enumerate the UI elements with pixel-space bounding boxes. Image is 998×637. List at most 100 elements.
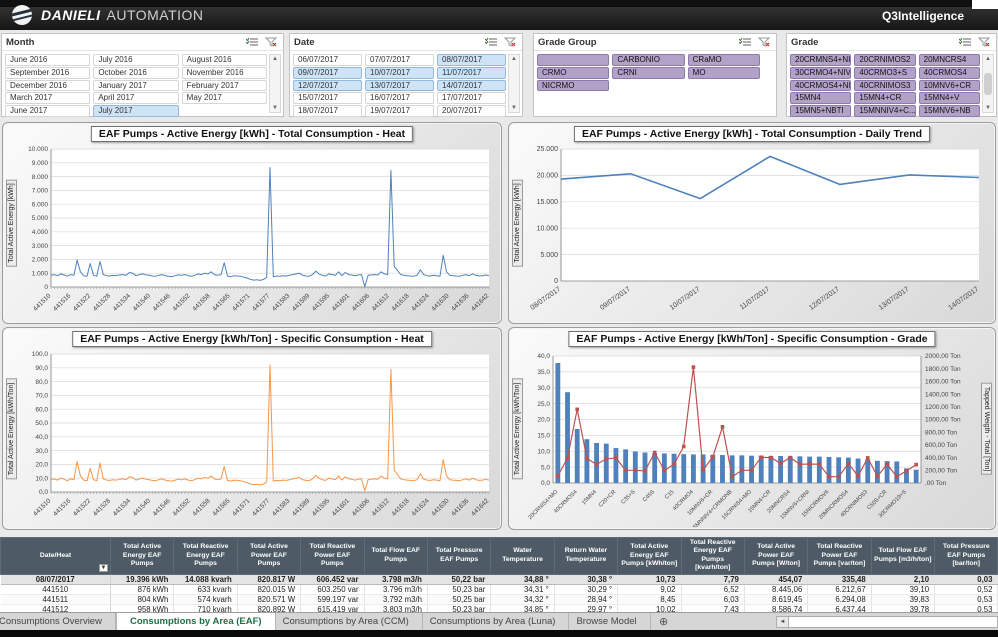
filter-item[interactable]: CRMO	[537, 67, 609, 79]
filter-item[interactable]: July 2016	[93, 54, 178, 66]
sheet-tab[interactable]: Consumptions Overview	[0, 613, 116, 630]
vertical-scrollbar[interactable]: ▲▼	[982, 54, 994, 113]
filter-item[interactable]: 40CRMOS4	[919, 67, 980, 79]
svg-text:13/07/2017: 13/07/2017	[878, 286, 911, 312]
filter-item[interactable]: 10/07/2017	[365, 67, 434, 79]
column-filter-icon[interactable]: ▼	[99, 564, 108, 572]
filter-item[interactable]: 10MNV6+CR	[919, 80, 980, 92]
scroll-down-icon[interactable]: ▼	[985, 104, 991, 112]
filter-item[interactable]: 40CRMO3+S	[854, 67, 915, 79]
filter-item[interactable]: 20MNCRS4	[919, 54, 980, 66]
filter-item[interactable]: March 2017	[5, 92, 90, 104]
filter-item[interactable]: December 2016	[5, 80, 90, 92]
scrollbar-track[interactable]	[789, 616, 998, 628]
chart-heat-specific[interactable]: 100,090,080,070,060,050,040,030,020,010,…	[17, 348, 499, 527]
filter-item[interactable]: 12/07/2017	[293, 80, 362, 92]
vertical-scrollbar[interactable]: ▲▼	[269, 54, 281, 113]
filter-item[interactable]: 09/07/2017	[293, 67, 362, 79]
scroll-left-arrow-icon[interactable]: ◄	[776, 616, 789, 628]
filter-item[interactable]: 19/07/2017	[365, 105, 434, 117]
horizontal-scrollbar[interactable]: ◄	[776, 616, 998, 628]
vertical-scrollbar[interactable]: ▲▼	[508, 54, 520, 113]
sheet-tab[interactable]: Browse Model	[563, 613, 650, 630]
column-header[interactable]: Total Active Energy EAF Pumps	[111, 538, 174, 575]
column-header[interactable]: Total Flow EAF Pumps [m3/h/ton]	[871, 538, 934, 575]
filter-item[interactable]: 07/07/2017	[365, 54, 434, 66]
column-header[interactable]: Return Water Temperature	[554, 538, 617, 575]
filter-item[interactable]: 11/07/2017	[437, 67, 506, 79]
filter-item[interactable]	[537, 54, 609, 66]
filter-item[interactable]: 13/07/2017	[365, 80, 434, 92]
filter-item[interactable]: NICRMO	[537, 80, 609, 92]
filter-item[interactable]: May 2017	[182, 92, 267, 104]
filter-item[interactable]: 15MN5+NBTI	[790, 105, 851, 117]
scroll-up-icon[interactable]: ▲	[985, 55, 991, 63]
filter-item[interactable]: January 2017	[93, 80, 178, 92]
column-header[interactable]: Total Reactive Power EAF Pumps [var/ton]	[808, 538, 871, 575]
scroll-down-icon[interactable]: ▼	[511, 104, 517, 112]
column-header[interactable]: Date/Heat▼	[1, 538, 111, 575]
sheet-tab[interactable]: Consumptions by Area (CCM)	[270, 613, 423, 630]
clear-filter-icon[interactable]	[756, 36, 772, 48]
filter-item[interactable]: 40CRMOS4+NI	[790, 80, 851, 92]
column-header[interactable]: Total Pressure EAF Pumps [bar/ton]	[935, 538, 998, 575]
sheet-tab[interactable]: Consumptions by Area (Luna)	[417, 613, 570, 630]
filter-item[interactable]: November 2016	[182, 67, 267, 79]
filter-item[interactable]: June 2017	[5, 105, 90, 117]
scrollbar-thumb[interactable]	[984, 73, 992, 95]
filter-item[interactable]: July 2017	[93, 105, 178, 117]
column-header[interactable]: Total Flow EAF Pumps	[364, 538, 427, 575]
chart-daily-trend[interactable]: 25.00020.00015.00010.0005.000008/07/2017…	[523, 143, 993, 321]
filter-item[interactable]: April 2017	[93, 92, 178, 104]
chart-heat-total[interactable]: 10.0009.0008.0007.0006.0005.0004.0003.00…	[17, 143, 499, 321]
filter-item[interactable]: 20CRNIMOS2	[854, 54, 915, 66]
multiselect-icon[interactable]	[244, 36, 260, 48]
multiselect-icon[interactable]	[737, 36, 753, 48]
column-header[interactable]: Total Reactive Power EAF Pumps	[301, 538, 364, 575]
filter-item[interactable]: CRaMO	[688, 54, 760, 66]
scroll-down-icon[interactable]: ▼	[272, 104, 278, 112]
column-header[interactable]: Total Reactive Energy EAF Pumps	[174, 538, 237, 575]
filter-item[interactable]: 18/07/2017	[293, 105, 362, 117]
filter-item[interactable]: 15/07/2017	[293, 92, 362, 104]
filter-item[interactable]: 15MN4+CR	[854, 92, 915, 104]
clear-filter-icon[interactable]	[976, 36, 992, 48]
sheet-tab[interactable]: Consumptions by Area (EAF)	[116, 613, 276, 630]
filter-item[interactable]: 20CRMNS4+NI	[790, 54, 851, 66]
column-header[interactable]: Total Active Power EAF Pumps [W/ton]	[744, 538, 807, 575]
scroll-up-icon[interactable]: ▲	[511, 55, 517, 63]
filter-item[interactable]: 15MNNIV4+C...	[854, 105, 915, 117]
column-header[interactable]: Total Active Power EAF Pumps	[237, 538, 300, 575]
clear-filter-icon[interactable]	[263, 36, 279, 48]
brand-name: DANIELI	[41, 7, 101, 23]
filter-item[interactable]: 20/07/2017	[437, 105, 506, 117]
filter-item[interactable]: 30CRMO4+NIV	[790, 67, 851, 79]
column-header[interactable]: Total Pressure EAF Pumps	[427, 538, 490, 575]
filter-item[interactable]: 17/07/2017	[437, 92, 506, 104]
chart-grade-specific[interactable]: 40,035,030,025,020,015,010,05,00,02000,0…	[523, 348, 981, 527]
filter-item[interactable]: 06/07/2017	[293, 54, 362, 66]
filter-item[interactable]: August 2016	[182, 54, 267, 66]
filter-item[interactable]: CRNI	[612, 67, 684, 79]
filter-item[interactable]: 16/07/2017	[365, 92, 434, 104]
add-sheet-icon[interactable]: ⊕	[651, 613, 677, 630]
filter-item[interactable]: 40CRNIMOS3	[854, 80, 915, 92]
filter-item[interactable]: 14/07/2017	[437, 80, 506, 92]
column-header[interactable]: Total Reactive Energy EAF Pumps [kvarh/t…	[681, 538, 744, 575]
filter-item[interactable]: February 2017	[182, 80, 267, 92]
filter-item[interactable]: 15MNV6+NB	[919, 105, 980, 117]
filter-item[interactable]: 15MN4+V	[919, 92, 980, 104]
filter-item[interactable]: June 2016	[5, 54, 90, 66]
filter-item[interactable]: CARBONIO	[612, 54, 684, 66]
column-header[interactable]: Water Temperature	[491, 538, 554, 575]
filter-item[interactable]: 08/07/2017	[437, 54, 506, 66]
multiselect-icon[interactable]	[483, 36, 499, 48]
filter-item[interactable]: October 2016	[93, 67, 178, 79]
filter-item[interactable]: 15MN4	[790, 92, 851, 104]
clear-filter-icon[interactable]	[502, 36, 518, 48]
scroll-up-icon[interactable]: ▲	[272, 55, 278, 63]
multiselect-icon[interactable]	[957, 36, 973, 48]
filter-item[interactable]: September 2016	[5, 67, 90, 79]
filter-item[interactable]: MO	[688, 67, 760, 79]
column-header[interactable]: Total Active Energy EAF Pumps [kWh/ton]	[618, 538, 681, 575]
